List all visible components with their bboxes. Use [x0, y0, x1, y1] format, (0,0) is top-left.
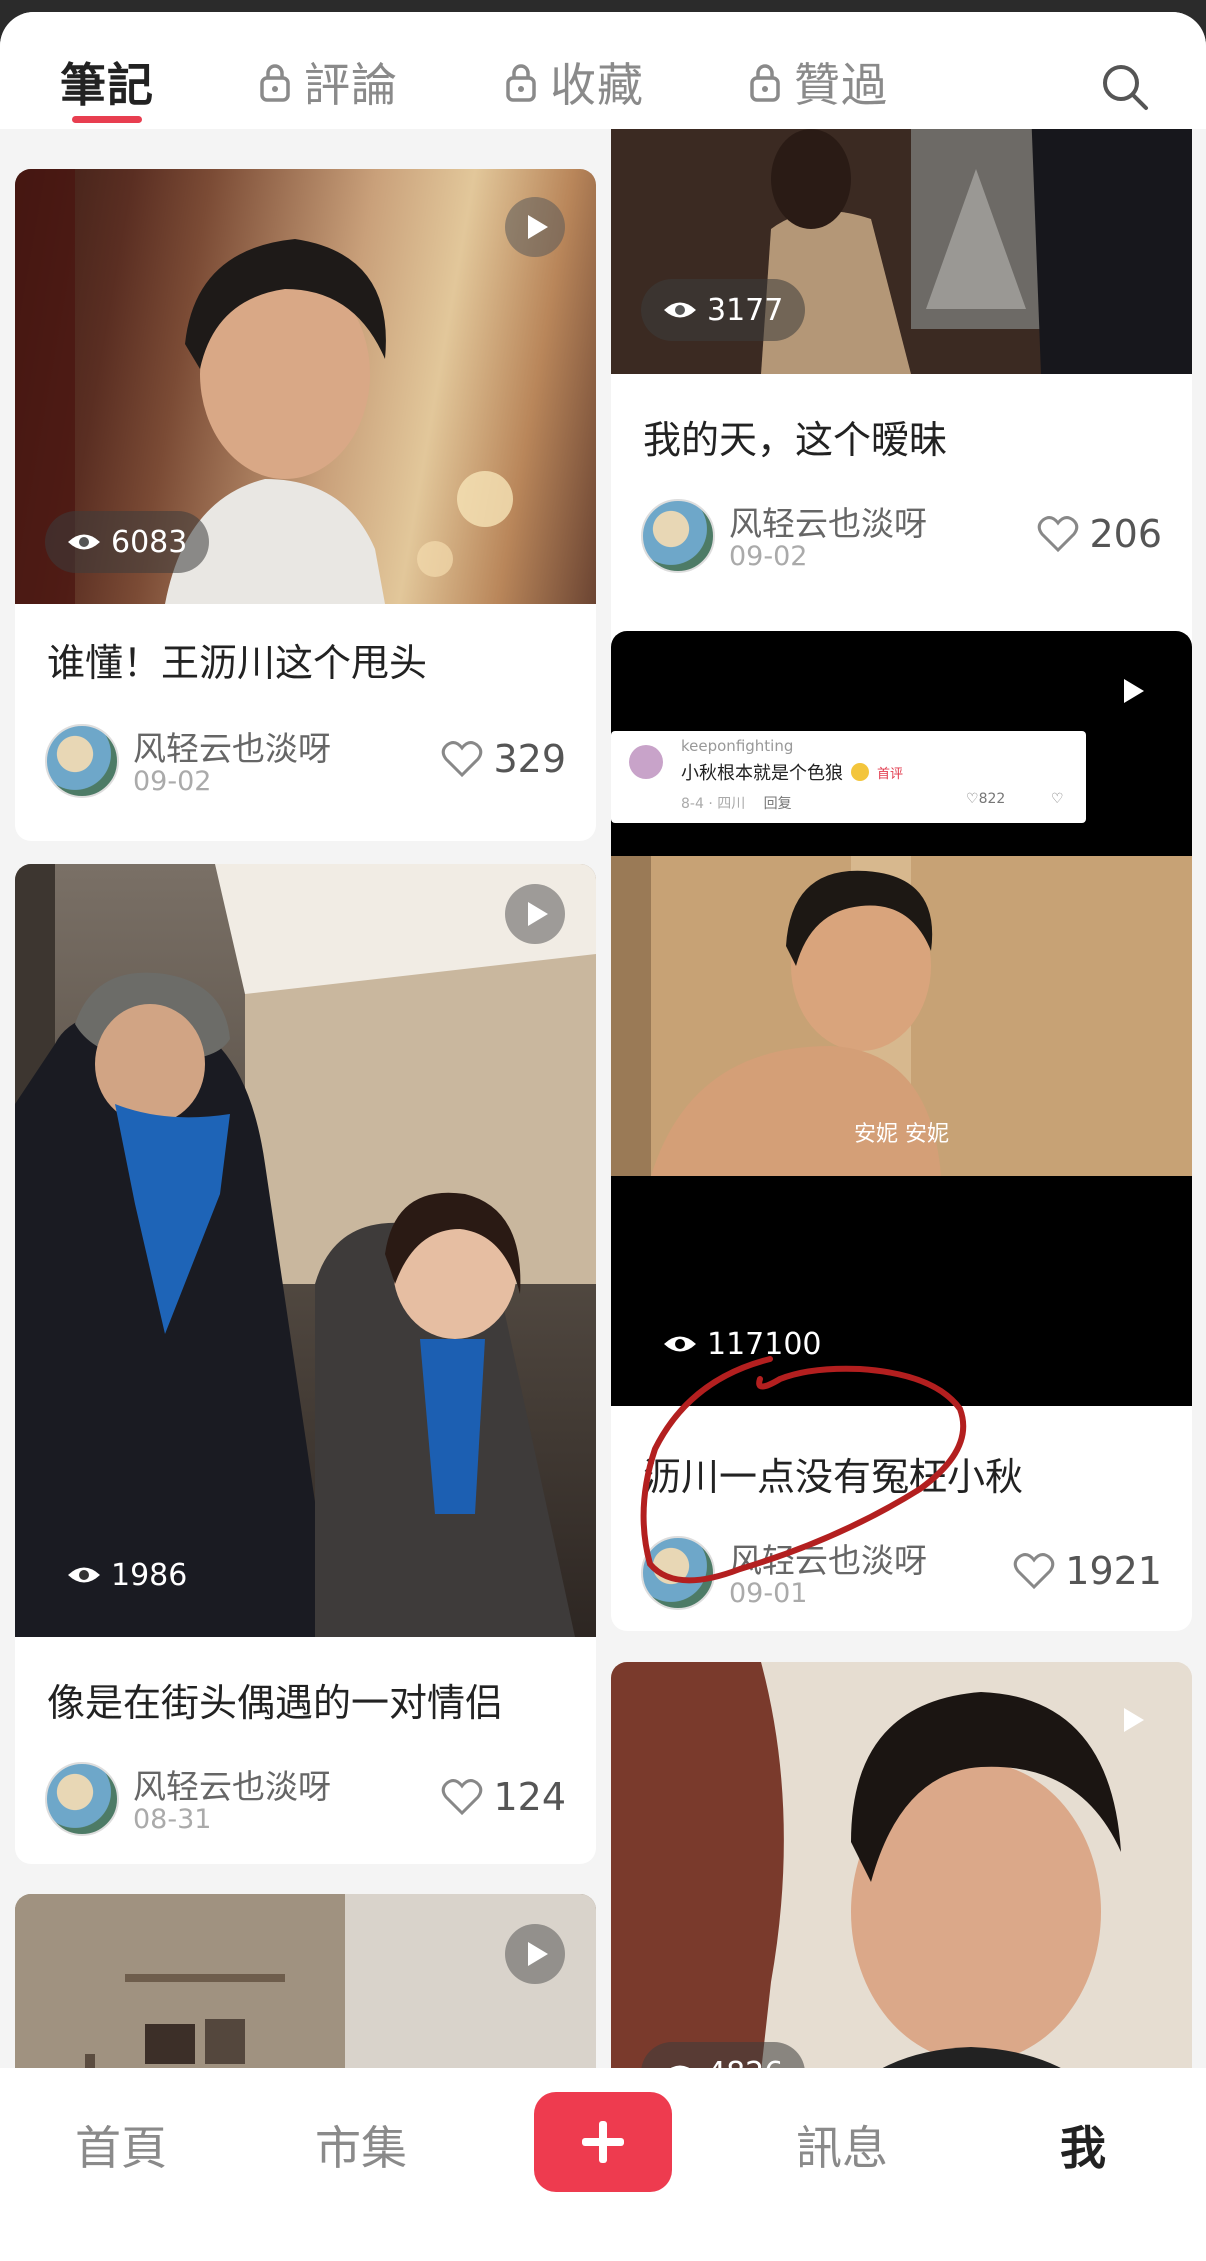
post-date: 09-02 — [133, 766, 212, 797]
view-count-badge: 6083 — [45, 511, 210, 573]
note-cover-image: 1986 — [15, 864, 596, 1637]
app-screen: 筆記 評論 收藏 贊過 6083 谁懂！王沥川这个甩头 风轻云也淡呀 09-02… — [0, 12, 1206, 2261]
author-name[interactable]: 风轻云也淡呀 — [133, 722, 331, 770]
heart-icon: ♡ — [966, 791, 979, 807]
tab-favorites[interactable]: 收藏 — [504, 52, 644, 112]
eye-icon — [664, 1336, 696, 1352]
commenter-avatar — [629, 745, 663, 779]
nav-market[interactable]: 市集 — [315, 2112, 407, 2178]
post-date: 08-31 — [133, 1804, 212, 1835]
eye-icon — [68, 534, 100, 550]
tab-comments[interactable]: 評論 — [258, 52, 398, 112]
emoji-icon — [851, 763, 869, 781]
avatar[interactable] — [641, 499, 715, 573]
note-title: 我的天，这个暧昧 — [643, 418, 948, 462]
view-count-badge: 117100 — [641, 1313, 844, 1375]
tab-label: 筆記 — [60, 58, 154, 112]
note-card[interactable]: keeponfighting 小秋根本就是个色狼 首评 8-4 · 四川 回复 … — [611, 631, 1192, 1631]
note-card[interactable]: 1986 像是在街头偶遇的一对情侣 风轻云也淡呀 08-31 124 — [15, 864, 596, 1864]
author-name[interactable]: 风轻云也淡呀 — [729, 497, 927, 545]
note-cover-image: 6083 — [15, 169, 596, 604]
dislike-icon: ♡ — [1051, 791, 1064, 807]
heart-icon — [442, 1779, 483, 1816]
comment-location: 8-4 · 四川 — [681, 796, 746, 812]
tab-label: 評論 — [304, 58, 398, 112]
profile-tab-bar: 筆記 評論 收藏 贊過 — [0, 12, 1206, 129]
like-count: 1921 — [1065, 1549, 1162, 1593]
post-date: 09-02 — [729, 541, 808, 572]
note-card[interactable]: 6083 谁懂！王沥川这个甩头 风轻云也淡呀 09-02 329 — [15, 169, 596, 841]
video-play-icon — [505, 197, 565, 257]
comment-likes: ♡822 — [966, 791, 1006, 807]
lock-icon — [260, 64, 290, 102]
nav-home[interactable]: 首頁 — [75, 2112, 167, 2178]
tab-label: 收藏 — [550, 58, 644, 112]
comment-screenshot: keeponfighting 小秋根本就是个色狼 首评 8-4 · 四川 回复 … — [611, 731, 1086, 823]
notes-feed: 6083 谁懂！王沥川这个甩头 风轻云也淡呀 09-02 329 3177 我的… — [0, 129, 1206, 2079]
nav-messages[interactable]: 訊息 — [796, 2112, 888, 2178]
note-card[interactable]: 4826 — [611, 1662, 1192, 2079]
comment-text: 小秋根本就是个色狼 — [681, 763, 843, 784]
view-count: 6083 — [111, 524, 188, 560]
comment-tag: 首评 — [877, 766, 904, 782]
comment-meta: 8-4 · 四川 回复 — [681, 793, 792, 813]
author-name[interactable]: 风轻云也淡呀 — [729, 1534, 927, 1582]
tab-notes[interactable]: 筆記 — [60, 52, 154, 112]
like-count: 124 — [493, 1775, 566, 1819]
author-name[interactable]: 风轻云也淡呀 — [133, 1760, 331, 1808]
heart-icon — [442, 741, 483, 778]
like-button[interactable]: 124 — [441, 1775, 566, 1819]
like-count: 329 — [493, 737, 566, 781]
post-date: 09-01 — [729, 1578, 808, 1609]
view-count: 1986 — [111, 1557, 188, 1593]
note-title: 像是在街头偶遇的一对情侣 — [47, 1681, 504, 1725]
comment-reply: 回复 — [763, 796, 792, 812]
like-count: 206 — [1089, 512, 1162, 556]
note-cover-image — [15, 1894, 596, 2079]
like-button[interactable]: 329 — [441, 737, 566, 781]
video-play-icon — [505, 1924, 565, 1984]
commenter-name: keeponfighting — [681, 737, 794, 755]
nav-me[interactable]: 我 — [1060, 2112, 1106, 2178]
note-cover-image: keeponfighting 小秋根本就是个色狼 首评 8-4 · 四川 回复 … — [611, 631, 1192, 1406]
eye-icon — [664, 302, 696, 318]
view-count: 117100 — [707, 1326, 822, 1362]
cover-photo-illustration — [15, 1894, 596, 2079]
cover-photo-illustration — [15, 864, 596, 1637]
like-button[interactable]: 206 — [1037, 512, 1162, 556]
heart-icon — [1014, 1553, 1055, 1590]
video-play-icon — [1101, 661, 1161, 721]
search-icon[interactable] — [1100, 62, 1150, 112]
eye-icon — [68, 1567, 100, 1583]
create-post-button[interactable] — [534, 2092, 672, 2192]
tab-label: 贊過 — [794, 58, 888, 112]
lock-icon — [750, 64, 780, 102]
note-cover-image: 4826 — [611, 1662, 1192, 2079]
bottom-nav-bar: 首頁 市集 訊息 我 — [0, 2068, 1206, 2261]
video-play-icon — [505, 884, 565, 944]
avatar[interactable] — [641, 1536, 715, 1610]
view-count: 3177 — [707, 292, 784, 328]
note-title: 谁懂！王沥川这个甩头 — [47, 641, 428, 685]
view-count-badge: 1986 — [45, 1544, 209, 1606]
video-play-icon — [1101, 1690, 1161, 1750]
lock-icon — [506, 64, 536, 102]
like-button[interactable]: 1921 — [1013, 1549, 1162, 1593]
view-count-badge: 3177 — [641, 279, 806, 341]
note-cover-image: 3177 — [611, 129, 1192, 374]
tab-liked[interactable]: 贊過 — [748, 52, 888, 112]
note-card[interactable] — [15, 1894, 596, 2079]
comment-text-row: 小秋根本就是个色狼 首评 — [681, 759, 903, 785]
note-title: 沥川一点没有冤枉小秋 — [643, 1455, 1024, 1499]
heart-icon — [1038, 516, 1079, 553]
active-tab-indicator — [72, 116, 142, 123]
video-subtitle: 安妮 安妮 — [854, 1122, 949, 1147]
avatar[interactable] — [45, 724, 119, 798]
avatar[interactable] — [45, 1762, 119, 1836]
